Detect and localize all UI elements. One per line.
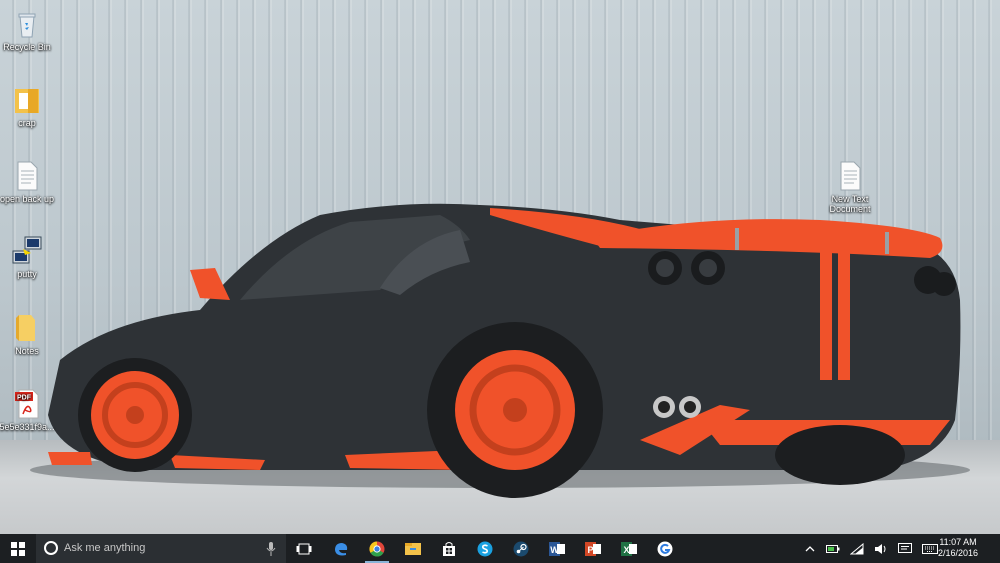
taskbar-app-steam[interactable] [503, 534, 539, 563]
desktop-icon-notes[interactable]: Notes [0, 312, 59, 356]
taskbar-app-chat[interactable] [647, 534, 683, 563]
desktop-icon-open-back-up[interactable]: open back up [0, 160, 59, 204]
desktop-icon-label: 5e5e331f9a... [0, 422, 55, 432]
recycle-bin-icon [11, 8, 43, 40]
clock-time: 11:07 AM [939, 537, 977, 547]
microphone-icon[interactable] [266, 542, 276, 556]
steam-icon [513, 541, 529, 556]
search-box[interactable]: Ask me anything [36, 534, 286, 563]
text-document-icon [834, 160, 866, 192]
windows-logo-icon [11, 541, 25, 556]
desktop-icon-recycle-bin[interactable]: Recycle Bin [0, 8, 59, 52]
task-view-icon [296, 543, 312, 554]
desktop-icon-label: New Text Document [829, 194, 871, 214]
speaker-icon [875, 543, 886, 554]
skype-icon [477, 541, 493, 556]
show-hidden-icons-button[interactable] [802, 534, 818, 563]
taskbar-app-skype[interactable] [467, 534, 503, 563]
taskbar-app-chrome[interactable] [359, 534, 395, 563]
desktop: Recycle Bin crap open back up putty Note… [0, 0, 1000, 563]
chat-icon [657, 541, 673, 556]
svg-text:P: P [587, 545, 593, 555]
clock-date: 2/16/2016 [937, 548, 979, 558]
file-explorer-icon [405, 542, 421, 555]
network-button[interactable] [848, 534, 866, 563]
excel-icon: X [621, 541, 637, 556]
powerpoint-icon: P [585, 541, 601, 556]
action-center-button[interactable] [896, 534, 914, 563]
wallpaper-car [30, 203, 970, 498]
pdf-badge-text: PDF [17, 395, 32, 402]
desktop-icon-putty[interactable]: putty [0, 235, 59, 279]
cortana-icon [44, 541, 58, 555]
taskbar-app-excel[interactable]: X [611, 534, 647, 563]
desktop-icon-pdf[interactable]: PDF 5e5e331f9a... [0, 388, 59, 432]
pdf-icon: PDF [11, 388, 43, 420]
desktop-icon-label: open back up [0, 194, 55, 204]
desktop-icon-label: Recycle Bin [3, 42, 51, 52]
taskbar-app-store[interactable] [431, 534, 467, 563]
desktop-icon-new-text-document[interactable]: New Text Document [818, 160, 882, 214]
task-view-button[interactable] [286, 534, 322, 563]
svg-text:W: W [550, 545, 559, 555]
taskbar-app-file-explorer[interactable] [395, 534, 431, 563]
volume-button[interactable] [872, 534, 890, 563]
store-icon [443, 541, 455, 556]
svg-text:X: X [623, 545, 629, 555]
taskbar-app-powerpoint[interactable]: P [575, 534, 611, 563]
word-icon: W [549, 541, 565, 556]
search-placeholder: Ask me anything [64, 542, 146, 554]
desktop-icon-label: crap [18, 118, 36, 128]
wifi-icon [850, 542, 864, 554]
taskbar-app-word[interactable]: W [539, 534, 575, 563]
start-button[interactable] [0, 534, 36, 563]
chevron-up-icon [805, 545, 815, 551]
desktop-icon-crap[interactable]: crap [0, 84, 59, 128]
taskbar: Ask me anything W P X 11:07 AM 2/16/2016 [0, 534, 1000, 563]
battery-icon [826, 544, 840, 553]
folder-icon [11, 312, 43, 344]
battery-button[interactable] [824, 534, 842, 563]
notification-icon [898, 542, 912, 553]
folder-icon [11, 84, 43, 116]
text-document-icon [11, 160, 43, 192]
edge-icon [335, 542, 348, 555]
desktop-icon-label: putty [17, 269, 37, 279]
putty-icon [11, 235, 43, 267]
clock[interactable]: 11:07 AM 2/16/2016 [928, 537, 988, 559]
desktop-icon-label: Notes [15, 346, 39, 356]
chrome-icon [369, 540, 385, 557]
taskbar-app-edge[interactable] [323, 534, 359, 563]
